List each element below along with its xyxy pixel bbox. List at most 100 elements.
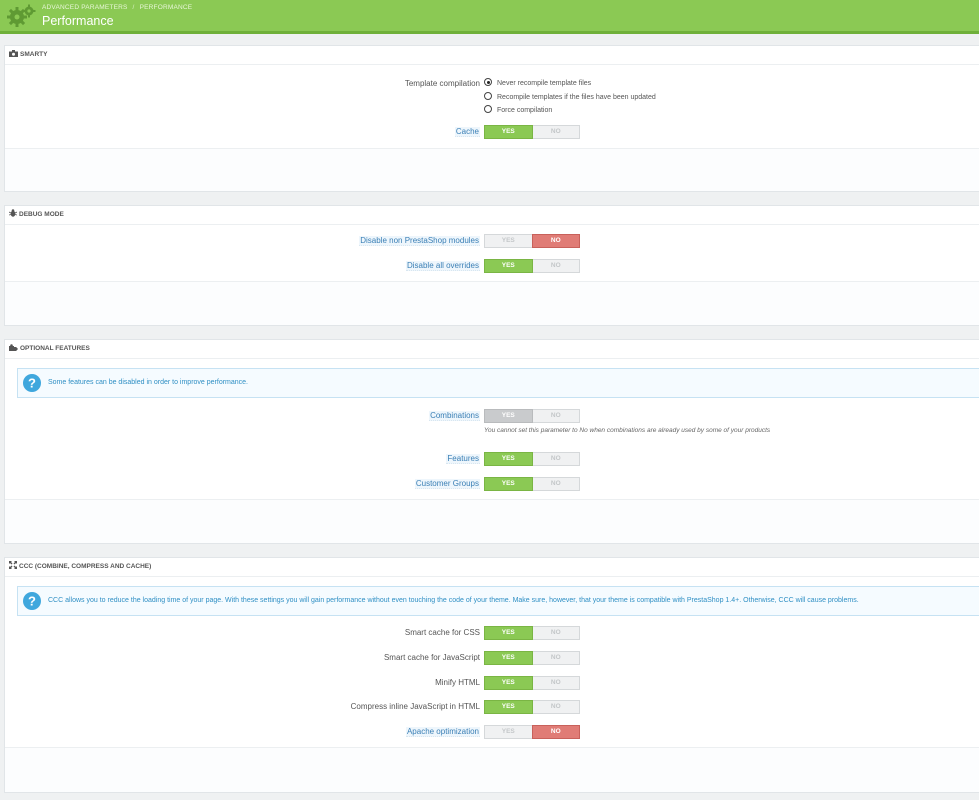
customer-groups-no-option[interactable]: No: [533, 478, 580, 490]
ccc-alert-text: CCC allows you to reduce the loading tim…: [48, 597, 859, 604]
smart-cache-css-switch[interactable]: Yes No: [484, 626, 580, 640]
disable-non-prestashop-no-option[interactable]: No: [531, 234, 580, 248]
features-switch[interactable]: Yes No: [484, 452, 580, 466]
panel-ccc: CCC (Combine, Compress and Cache) ? CCC …: [4, 557, 979, 793]
features-row: Features Yes No: [5, 451, 979, 467]
page-title: Performance: [42, 14, 114, 28]
radio-recompile-if-updated[interactable]: Recompile templates if the files have be…: [484, 91, 656, 105]
page-header: Advanced Parameters / Performance Performa…: [0, 0, 979, 34]
bug-icon: [8, 209, 18, 217]
cache-switch[interactable]: Yes No: [484, 125, 580, 139]
features-yes-option[interactable]: Yes: [484, 452, 533, 466]
disable-non-prestashop-switch[interactable]: Yes No: [484, 234, 580, 248]
combinations-switch[interactable]: Yes No: [484, 409, 580, 423]
disable-overrides-label: Disable all overrides: [405, 261, 480, 271]
customer-groups-label: Customer Groups: [414, 479, 480, 489]
features-label: Features: [446, 454, 480, 464]
smart-cache-js-no-option[interactable]: No: [533, 652, 580, 664]
apache-optimization-yes-option[interactable]: Yes: [485, 726, 532, 738]
apache-optimization-label: Apache optimization: [405, 727, 480, 737]
cache-no-option[interactable]: No: [533, 126, 580, 138]
minify-html-switch[interactable]: Yes No: [484, 676, 580, 690]
panel-title-debug-mode: Debug mode: [19, 211, 64, 218]
apache-optimization-no-option[interactable]: No: [531, 725, 580, 739]
apache-optimization-switch[interactable]: Yes No: [484, 725, 580, 739]
panel-heading-debug-mode: Debug mode: [5, 206, 979, 225]
radio-force-compilation-circle[interactable]: [484, 105, 492, 113]
panel-footer-smarty: [5, 148, 979, 191]
disable-overrides-switch[interactable]: Yes No: [484, 259, 580, 273]
template-compilation-label: Template compilation: [404, 79, 480, 88]
smart-cache-css-no-option[interactable]: No: [533, 627, 580, 639]
breadcrumb-item-performance[interactable]: Performance: [140, 4, 193, 11]
smart-cache-js-label: Smart cache for JavaScript: [383, 653, 480, 662]
radio-never-recompile-circle[interactable]: [484, 78, 492, 86]
cache-label: Cache: [454, 127, 480, 137]
gears-icon: [7, 4, 36, 27]
panel-footer-ccc: [5, 747, 979, 792]
optional-features-alert-text: Some features can be disabled in order t…: [48, 379, 248, 386]
disable-non-prestashop-row: Disable non PrestaShop modules Yes No: [5, 233, 979, 249]
customer-groups-switch[interactable]: Yes No: [484, 477, 580, 491]
disable-overrides-no-option[interactable]: No: [533, 260, 580, 272]
smart-cache-js-yes-option[interactable]: Yes: [484, 651, 533, 665]
radio-never-recompile[interactable]: Never recompile template files: [484, 77, 656, 91]
customer-groups-yes-option[interactable]: Yes: [484, 477, 533, 491]
radio-recompile-if-updated-circle[interactable]: [484, 91, 492, 100]
smart-cache-css-label: Smart cache for CSS: [404, 628, 480, 637]
minify-html-label: Minify HTML: [435, 678, 480, 687]
panel-footer-optional-features: [5, 499, 979, 543]
panel-optional-features: Optional features ? Some features can be…: [4, 339, 979, 544]
combinations-row: Combinations Yes No: [5, 408, 979, 424]
breadcrumb-separator: /: [132, 4, 135, 11]
panel-heading-smarty: Smarty: [5, 46, 979, 65]
radio-force-compilation[interactable]: Force compilation: [484, 104, 656, 118]
apache-optimization-row: Apache optimization Yes No: [5, 724, 979, 740]
disable-non-prestashop-label: Disable non PrestaShop modules: [359, 236, 480, 246]
combinations-yes-option[interactable]: Yes: [484, 409, 533, 423]
customer-groups-row: Customer Groups Yes No: [5, 476, 979, 492]
fullscreen-icon: [9, 561, 17, 569]
panel-title-smarty: Smarty: [20, 51, 48, 58]
camera-icon: [9, 50, 18, 57]
combinations-no-option[interactable]: No: [533, 410, 580, 422]
template-compilation-radio-group: Never recompile template files Recompile…: [484, 77, 656, 118]
ccc-info-alert: ? CCC allows you to reduce the loading t…: [17, 586, 979, 616]
compress-inline-js-no-option[interactable]: No: [533, 701, 580, 713]
panel-debug-mode: Debug mode Disable non PrestaShop module…: [4, 205, 979, 326]
smart-cache-js-row: Smart cache for JavaScript Yes No: [5, 650, 979, 666]
svg-text:?: ?: [28, 594, 36, 609]
disable-overrides-yes-option[interactable]: Yes: [484, 259, 533, 273]
radio-recompile-if-updated-label: Recompile templates if the files have be…: [497, 93, 656, 101]
breadcrumb: Advanced Parameters / Performance: [42, 4, 192, 11]
minify-html-yes-option[interactable]: Yes: [484, 676, 533, 690]
panel-heading-optional-features: Optional features: [5, 340, 979, 359]
panel-smarty: Smarty Template compilation Never recomp…: [4, 45, 979, 192]
cache-row: Cache Yes No: [5, 124, 979, 140]
svg-text:?: ?: [28, 376, 36, 391]
smart-cache-css-yes-option[interactable]: Yes: [484, 626, 533, 640]
minify-html-row: Minify HTML Yes No: [5, 675, 979, 691]
minify-html-no-option[interactable]: No: [533, 677, 580, 689]
breadcrumb-item-advanced-parameters[interactable]: Advanced Parameters: [42, 4, 128, 11]
panel-footer-debug-mode: [5, 281, 979, 325]
compress-inline-js-switch[interactable]: Yes No: [484, 700, 580, 714]
disable-non-prestashop-yes-option[interactable]: Yes: [485, 235, 532, 247]
compress-inline-js-row: Compress inline JavaScript in HTML Yes N…: [5, 699, 979, 715]
panel-heading-ccc: CCC (Combine, Compress and Cache): [5, 558, 979, 577]
optional-features-info-alert: ? Some features can be disabled in order…: [17, 368, 979, 398]
disable-overrides-row: Disable all overrides Yes No: [5, 258, 979, 274]
compress-inline-js-label: Compress inline JavaScript in HTML: [350, 702, 480, 711]
panel-title-ccc: CCC (Combine, Compress and Cache): [19, 563, 152, 570]
cache-yes-option[interactable]: Yes: [484, 125, 533, 139]
combinations-label: Combinations: [429, 411, 480, 421]
smart-cache-js-switch[interactable]: Yes No: [484, 651, 580, 665]
features-no-option[interactable]: No: [533, 453, 580, 465]
radio-force-compilation-label: Force compilation: [497, 107, 553, 114]
question-icon: ?: [23, 592, 41, 610]
panel-title-optional-features: Optional features: [20, 345, 90, 352]
question-icon: ?: [23, 374, 41, 392]
smart-cache-css-row: Smart cache for CSS Yes No: [5, 625, 979, 641]
compress-inline-js-yes-option[interactable]: Yes: [484, 700, 533, 714]
combinations-help-note: You cannot set this parameter to No when…: [484, 427, 771, 434]
